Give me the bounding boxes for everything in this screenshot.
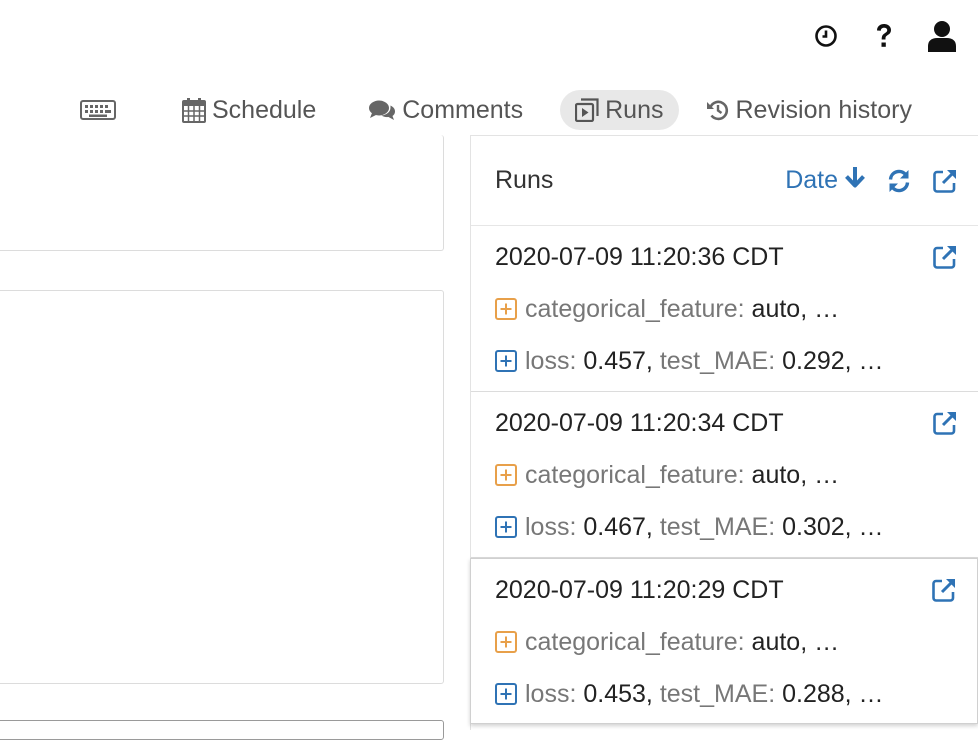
- notebook-cell[interactable]: [0, 290, 444, 684]
- sort-by-date-button[interactable]: Date: [785, 165, 866, 196]
- run-item[interactable]: 2020-07-09 11:20:34 CDT categorical_feat…: [471, 392, 978, 558]
- run-metrics: loss: 0.467, test_MAE: 0.302, …: [495, 512, 958, 542]
- run-item[interactable]: 2020-07-09 11:20:36 CDT categorical_feat…: [471, 226, 978, 392]
- run-metrics: loss: 0.453, test_MAE: 0.288, …: [495, 679, 957, 709]
- expand-metrics-icon[interactable]: [495, 516, 517, 538]
- runs-icon: [575, 98, 599, 122]
- metric-key: test_MAE:: [659, 679, 776, 708]
- open-external-icon[interactable]: [932, 244, 958, 275]
- arrow-down-icon: [844, 165, 866, 196]
- runs-panel-title: Runs: [495, 166, 554, 194]
- history-icon: [706, 98, 730, 122]
- tab-schedule[interactable]: Schedule: [167, 90, 331, 130]
- run-params: categorical_feature: auto, …: [495, 460, 958, 490]
- metric-key: loss:: [525, 679, 577, 708]
- runs-panel: Runs Date 2020-07-09 11:20:36 CDT catego…: [470, 135, 978, 730]
- open-external-icon[interactable]: [932, 410, 958, 441]
- expand-params-icon[interactable]: [495, 464, 517, 486]
- tab-keyboard-shortcuts[interactable]: [80, 90, 131, 130]
- calendar-icon: [182, 97, 206, 123]
- tab-bar: Schedule Comments Runs Revision history: [80, 90, 927, 130]
- keyboard-icon: [80, 100, 116, 120]
- param-value: auto, …: [751, 294, 840, 323]
- metric-key: loss:: [525, 346, 577, 375]
- expand-metrics-icon[interactable]: [495, 683, 517, 705]
- comments-icon: [368, 99, 396, 121]
- run-item[interactable]: 2020-07-09 11:20:29 CDT categorical_feat…: [470, 558, 978, 724]
- expand-metrics-icon[interactable]: [495, 350, 517, 372]
- metric-value: 0.467,: [583, 512, 653, 541]
- expand-params-icon[interactable]: [495, 631, 517, 653]
- tab-revision-history[interactable]: Revision history: [691, 90, 927, 130]
- tab-revision-history-label: Revision history: [735, 95, 912, 124]
- top-icon-bar: [810, 18, 958, 54]
- help-icon[interactable]: [868, 20, 900, 52]
- param-value: auto, …: [751, 627, 840, 656]
- run-params: categorical_feature: auto, …: [495, 294, 958, 324]
- param-key: categorical_feature:: [525, 294, 745, 323]
- tab-runs[interactable]: Runs: [560, 90, 679, 130]
- run-metrics: loss: 0.457, test_MAE: 0.292, …: [495, 346, 958, 376]
- clock-icon[interactable]: [810, 20, 842, 52]
- tab-comments-label: Comments: [402, 95, 524, 124]
- run-timestamp: 2020-07-09 11:20:36 CDT: [495, 243, 784, 271]
- metric-value: 0.457,: [583, 346, 653, 375]
- expand-params-icon[interactable]: [495, 298, 517, 320]
- run-timestamp: 2020-07-09 11:20:29 CDT: [495, 576, 784, 604]
- metric-value: 0.288, …: [782, 679, 884, 708]
- metric-key: test_MAE:: [659, 512, 776, 541]
- param-key: categorical_feature:: [525, 460, 745, 489]
- metric-value: 0.302, …: [782, 512, 884, 541]
- run-params: categorical_feature: auto, …: [495, 627, 957, 657]
- run-timestamp: 2020-07-09 11:20:34 CDT: [495, 409, 784, 437]
- tab-comments[interactable]: Comments: [353, 90, 538, 130]
- tab-schedule-label: Schedule: [212, 95, 317, 124]
- param-value: auto, …: [751, 460, 840, 489]
- param-key: categorical_feature:: [525, 627, 745, 656]
- metric-value: 0.292, …: [782, 346, 884, 375]
- runs-panel-header: Runs Date: [471, 136, 978, 226]
- notebook-cell[interactable]: [0, 720, 444, 740]
- open-external-icon[interactable]: [932, 168, 958, 194]
- user-icon[interactable]: [926, 20, 958, 52]
- metric-key: test_MAE:: [659, 346, 776, 375]
- sort-label: Date: [785, 166, 838, 194]
- notebook-cell[interactable]: [0, 135, 444, 251]
- open-external-icon[interactable]: [931, 577, 957, 608]
- metric-key: loss:: [525, 512, 577, 541]
- refresh-icon[interactable]: [886, 168, 912, 194]
- tab-runs-label: Runs: [605, 95, 664, 124]
- metric-value: 0.453,: [583, 679, 653, 708]
